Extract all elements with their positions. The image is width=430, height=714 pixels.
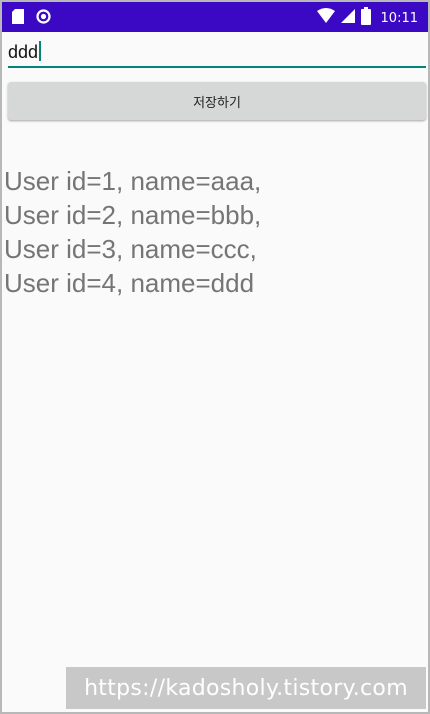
- status-time: 10:11: [380, 10, 418, 26]
- input-underline: [8, 66, 426, 68]
- user-list-item: User id=3, name=ccc,: [4, 234, 257, 264]
- sync-circle-icon: [36, 9, 51, 28]
- sd-card-icon: [12, 9, 24, 28]
- user-list-item: User id=2, name=bbb,: [4, 200, 262, 230]
- status-bar: 10:11: [2, 2, 428, 32]
- text-cursor: [39, 41, 42, 61]
- name-input-field[interactable]: ddd: [8, 38, 426, 70]
- battery-icon: [360, 7, 371, 29]
- app-screen: 10:11 ddd 저장하기 User id=1, name=aaa, User…: [0, 0, 430, 714]
- signal-icon: [340, 8, 355, 28]
- user-list: User id=1, name=aaa, User id=2, name=bbb…: [4, 164, 424, 300]
- user-list-item: User id=4, name=ddd: [4, 268, 255, 298]
- save-button[interactable]: 저장하기: [8, 82, 426, 120]
- wifi-icon: [316, 8, 335, 28]
- user-list-item: User id=1, name=aaa,: [4, 166, 262, 196]
- status-bar-right: 10:11: [316, 7, 418, 29]
- name-input[interactable]: ddd: [8, 38, 426, 66]
- watermark: https://kadosholy.tistory.com: [66, 667, 426, 709]
- name-input-value: ddd: [8, 42, 39, 62]
- status-bar-left: [12, 9, 51, 28]
